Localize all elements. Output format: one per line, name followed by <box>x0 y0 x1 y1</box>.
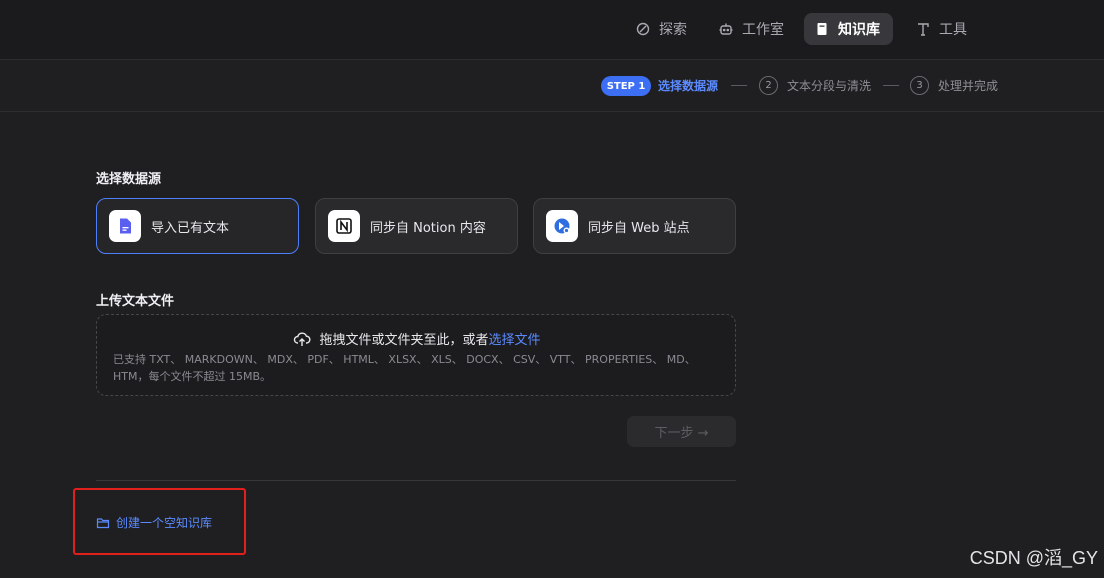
explore-icon <box>635 21 651 37</box>
source-card-file[interactable]: 导入已有文本 <box>96 198 299 254</box>
drop-text: 拖拽文件或文件夹至此，或者 <box>319 333 489 348</box>
nav-knowledge[interactable]: 知识库 <box>804 13 893 45</box>
nav-explore[interactable]: 探索 <box>625 13 697 45</box>
source-card-label: 导入已有文本 <box>151 220 230 236</box>
nav-studio[interactable]: 工作室 <box>708 13 794 45</box>
annotation-highlight-box <box>73 488 246 555</box>
step-divider <box>731 85 747 86</box>
step-divider <box>883 85 899 86</box>
step-1-label: 选择数据源 <box>658 79 719 93</box>
tools-icon <box>915 21 931 37</box>
book-icon <box>814 21 830 37</box>
stepper: STEP 1 选择数据源 2 文本分段与清洗 3 处理并完成 <box>0 60 1104 112</box>
divider <box>96 480 736 481</box>
step-2-label: 文本分段与清洗 <box>787 79 872 93</box>
nav-label: 工具 <box>939 22 967 38</box>
file-text-icon <box>109 210 141 242</box>
source-card-label: 同步自 Notion 内容 <box>370 220 486 236</box>
nav-tools[interactable]: 工具 <box>905 13 977 45</box>
source-card-label: 同步自 Web 站点 <box>588 220 690 236</box>
web-icon <box>546 210 578 242</box>
step-3-number: 3 <box>910 76 929 95</box>
file-dropzone[interactable]: 拖拽文件或文件夹至此，或者选择文件 已支持 TXT、 MARKDOWN、 MDX… <box>96 314 736 396</box>
source-card-web[interactable]: 同步自 Web 站点 <box>533 198 736 254</box>
cloud-upload-icon <box>293 330 311 348</box>
source-title: 选择数据源 <box>96 172 162 187</box>
nav-label: 探索 <box>659 22 687 38</box>
step-badge: STEP 1 <box>601 76 651 96</box>
source-card-notion[interactable]: 同步自 Notion 内容 <box>315 198 518 254</box>
nav-label: 工作室 <box>742 22 784 38</box>
supported-formats: 已支持 TXT、 MARKDOWN、 MDX、 PDF、 HTML、 XLSX、… <box>113 353 696 383</box>
nav-label: 知识库 <box>838 22 880 38</box>
step-2-number: 2 <box>759 76 778 95</box>
upload-title: 上传文本文件 <box>96 294 175 309</box>
next-step-button[interactable]: 下一步 → <box>627 416 736 447</box>
step-3-label: 处理并完成 <box>938 79 999 93</box>
select-file-link[interactable]: 选择文件 <box>489 333 541 348</box>
notion-icon <box>328 210 360 242</box>
top-nav: 探索 工作室 知识库 工具 <box>0 0 1104 60</box>
watermark: CSDN @滔_GY <box>969 548 1098 568</box>
robot-icon <box>718 21 734 37</box>
